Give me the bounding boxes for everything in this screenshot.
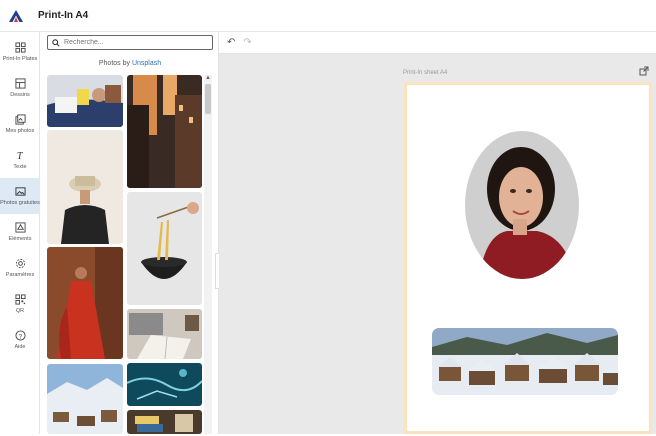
photo-thumbnail[interactable] <box>47 130 123 244</box>
search-icon <box>52 38 60 47</box>
photo-thumbnail[interactable] <box>127 192 202 305</box>
photo-snow-village <box>47 364 123 434</box>
photos-attribution: Photos by Unsplash <box>41 60 219 67</box>
nav-label: Mes photos <box>5 128 35 134</box>
logo-icon <box>9 9 23 22</box>
qr-code-icon <box>14 294 26 305</box>
editor-toolbar: ↶ ↷ <box>219 32 656 54</box>
nav-label: Aide <box>14 344 26 350</box>
photo-laptop-book <box>127 309 202 359</box>
nav-label: QR <box>15 308 25 314</box>
nav-item-elements[interactable]: Éléments <box>0 214 40 250</box>
photo-thumbnail[interactable] <box>127 75 202 188</box>
canvas-area: ↶ ↷ Print-In sheet A4 <box>219 32 656 434</box>
my-photos-icon <box>14 114 26 125</box>
nav-label: Texte <box>13 164 27 170</box>
template-grid-icon <box>14 42 26 53</box>
nav-item-photos-gratuites[interactable]: Photos gratuites <box>0 178 40 214</box>
photo-person-reading <box>47 75 123 127</box>
portrait-photo-oval <box>465 131 579 279</box>
sheet-content <box>432 131 618 395</box>
open-external-icon[interactable] <box>639 66 649 76</box>
redo-icon[interactable]: ↷ <box>243 37 251 48</box>
nav-label: Éléments <box>8 236 32 242</box>
photos-by-label: Photos by <box>98 60 130 67</box>
photos-panel: Photos by Unsplash <box>41 32 219 434</box>
nav-item-parametres[interactable]: Paramètres <box>0 250 40 286</box>
svg-text:?: ? <box>18 333 22 340</box>
help-icon: ? <box>14 330 26 341</box>
scroll-up-icon[interactable]: ▲ <box>205 75 211 81</box>
elements-icon <box>14 222 26 233</box>
panel-scrollbar[interactable] <box>204 75 212 434</box>
photo-thumbnail[interactable] <box>127 363 202 406</box>
scrollbar-thumb[interactable] <box>205 84 211 114</box>
nav-label: Photos gratuites <box>0 200 40 206</box>
photo-books-desk <box>127 410 202 434</box>
settings-icon <box>15 258 25 269</box>
nav-item-dessins[interactable]: Dessins <box>0 70 40 106</box>
drawing-icon <box>14 78 26 89</box>
nav-label: Print-In Plates <box>2 56 38 62</box>
photo-thumbnail[interactable] <box>47 364 123 434</box>
photo-thumbnail[interactable] <box>127 410 202 434</box>
nav-item-texte[interactable]: T Texte <box>0 142 40 178</box>
photo-thumbnail[interactable] <box>127 309 202 359</box>
nav-label: Paramètres <box>5 272 35 278</box>
photo-city-sunset <box>127 75 202 188</box>
left-nav: Print-In Plates Dessins Mes photos T Tex… <box>0 32 40 434</box>
text-icon: T <box>16 151 23 161</box>
top-bar: Print-In A4 <box>0 0 656 32</box>
undo-icon[interactable]: ↶ <box>227 37 235 48</box>
nav-item-aide[interactable]: ? Aide <box>0 322 40 358</box>
svg-text:T: T <box>16 151 23 161</box>
photo-frozen-ice <box>127 363 202 406</box>
photo-thumbnail[interactable] <box>47 75 123 127</box>
print-sheet[interactable] <box>404 82 652 434</box>
search-input[interactable] <box>64 39 204 46</box>
photo-noodles-bowl <box>127 192 202 305</box>
free-photos-icon <box>14 187 26 196</box>
nav-item-qr[interactable]: QR <box>0 286 40 322</box>
app-logo[interactable] <box>0 0 32 32</box>
photo-person-bucket-hat <box>47 130 123 244</box>
nav-item-print-in-plates[interactable]: Print-In Plates <box>0 34 40 70</box>
unsplash-link[interactable]: Unsplash <box>132 60 161 67</box>
nav-item-mes-photos[interactable]: Mes photos <box>0 106 40 142</box>
sheet-label: Print-In sheet A4 <box>403 70 448 76</box>
village-banner-photo <box>432 328 618 395</box>
photo-woman-red-dress <box>47 247 123 359</box>
search-box[interactable] <box>47 35 213 50</box>
app-title: Print-In A4 <box>38 10 89 21</box>
nav-label: Dessins <box>10 92 30 98</box>
photo-thumbnail[interactable] <box>47 247 123 359</box>
